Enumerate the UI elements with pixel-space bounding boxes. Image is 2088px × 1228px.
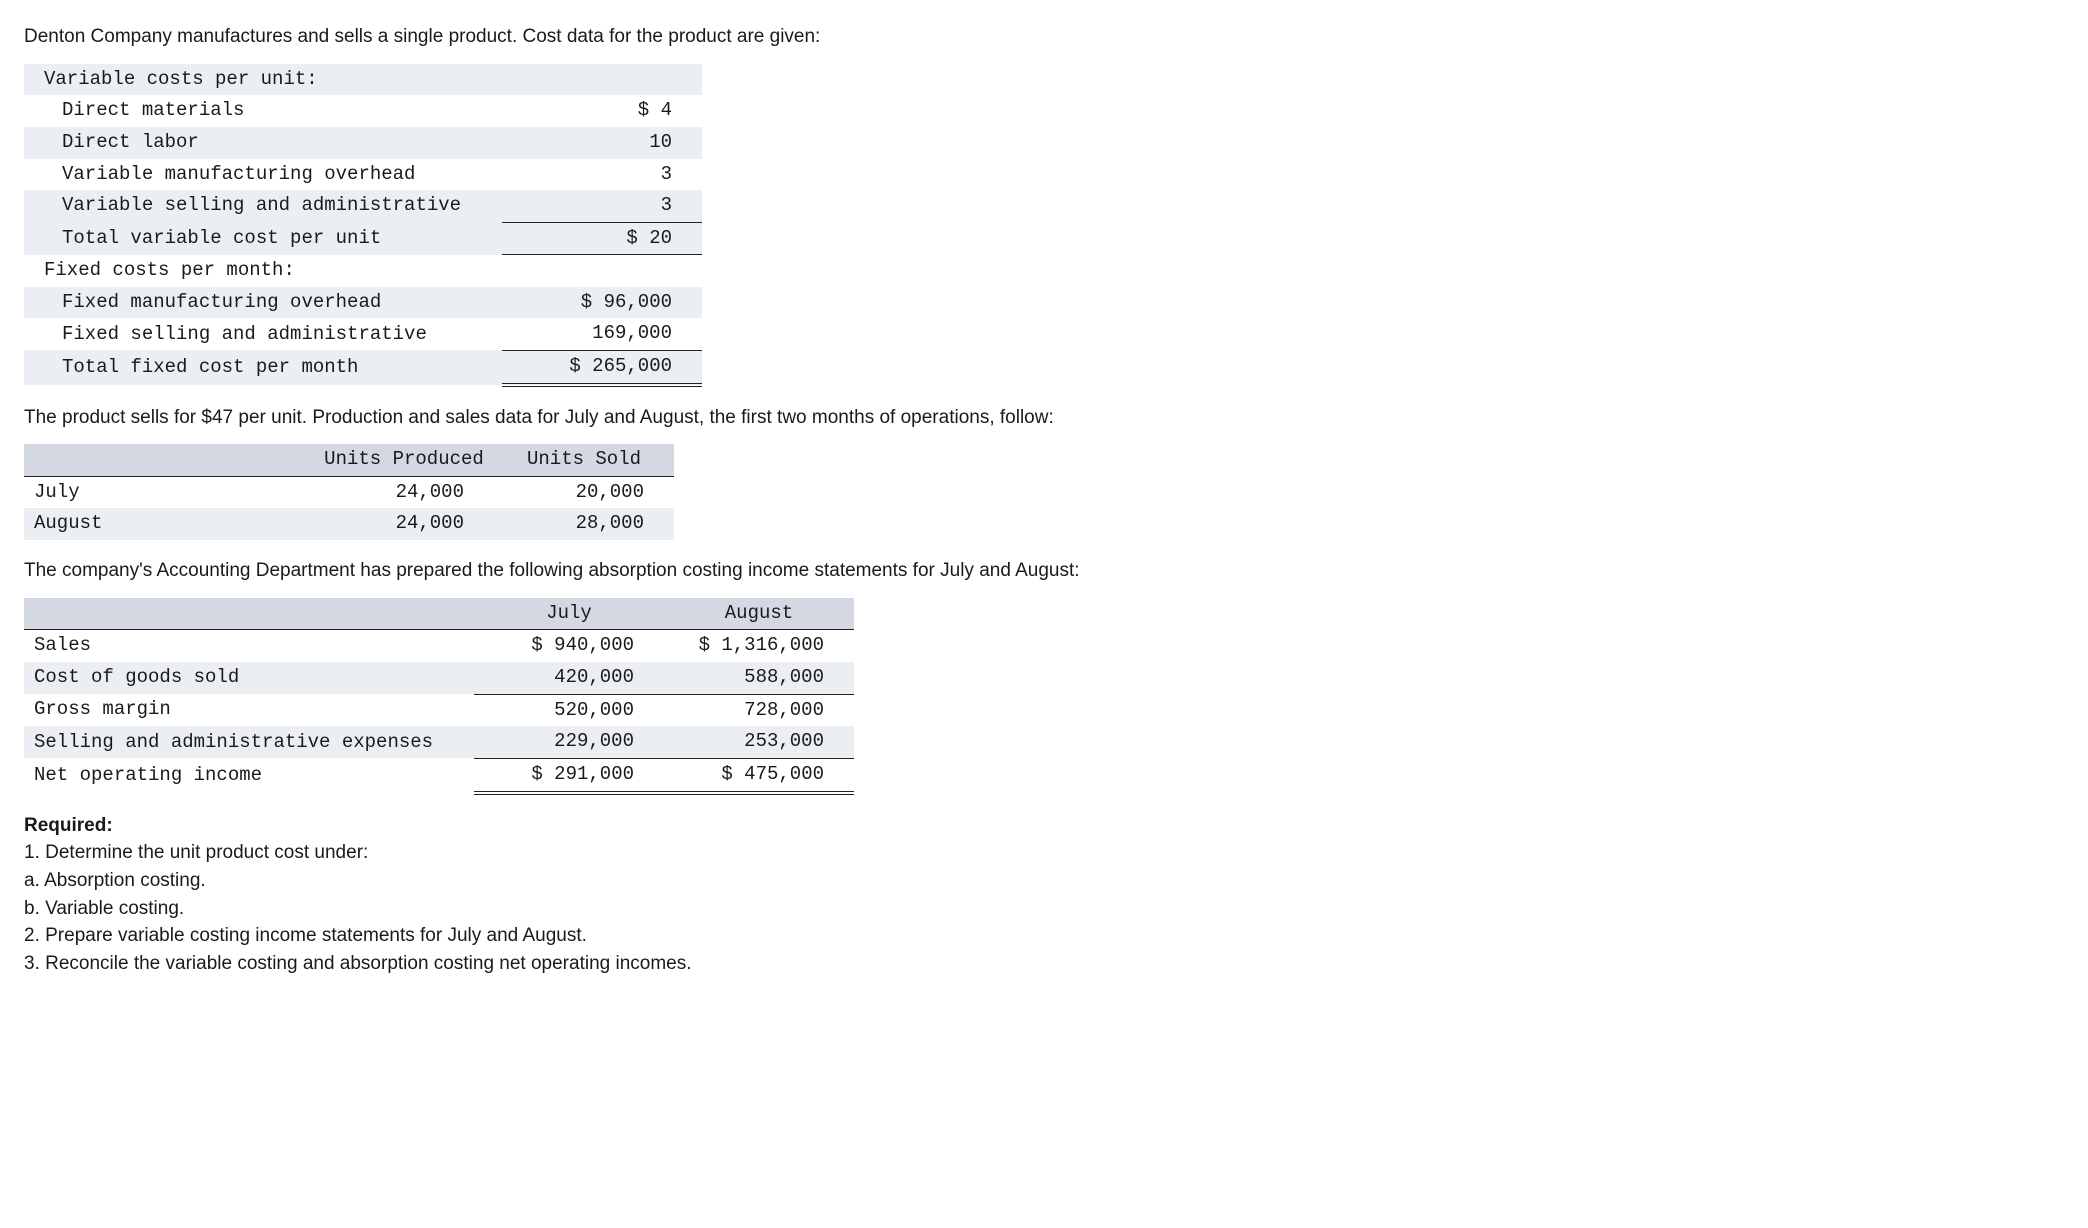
units-header-produced: Units Produced xyxy=(314,444,494,476)
table-row: Sales xyxy=(24,630,474,662)
income-statement-table: July August Sales $ 940,000 $ 1,316,000 … xyxy=(24,598,854,795)
noi-august: $ 475,000 xyxy=(664,758,854,792)
paragraph-absorption-intro: The company's Accounting Department has … xyxy=(24,558,2064,584)
required-line: a. Absorption costing. xyxy=(24,868,2064,894)
income-header-august: August xyxy=(664,598,854,630)
table-cell: 28,000 xyxy=(494,508,674,540)
table-cell: $ 940,000 xyxy=(474,630,664,662)
income-header-blank xyxy=(24,598,474,630)
table-row: Fixed manufacturing overhead xyxy=(24,287,502,319)
table-cell: 24,000 xyxy=(314,476,494,508)
required-line: b. Variable costing. xyxy=(24,896,2064,922)
table-cell: 728,000 xyxy=(664,694,854,726)
required-line: 2. Prepare variable costing income state… xyxy=(24,923,2064,949)
table-cell: $ 4 xyxy=(502,95,702,127)
table-cell: 3 xyxy=(502,190,702,222)
table-row: Fixed selling and administrative xyxy=(24,318,502,350)
table-cell: $ 1,316,000 xyxy=(664,630,854,662)
table-cell: 420,000 xyxy=(474,662,664,694)
table-cell: $ 96,000 xyxy=(502,287,702,319)
fixed-header: Fixed costs per month: xyxy=(24,255,502,287)
table-cell: 10 xyxy=(502,127,702,159)
table-cell: 20,000 xyxy=(494,476,674,508)
noi-july: $ 291,000 xyxy=(474,758,664,792)
units-table: Units Produced Units Sold July 24,000 20… xyxy=(24,444,674,540)
units-header-blank xyxy=(24,444,314,476)
table-row: Selling and administrative expenses xyxy=(24,726,474,758)
variable-total-label: Total variable cost per unit xyxy=(24,222,502,255)
required-line: 1. Determine the unit product cost under… xyxy=(24,840,2064,866)
required-section: Required: 1. Determine the unit product … xyxy=(24,813,2064,977)
table-row: Cost of goods sold xyxy=(24,662,474,694)
table-row: July xyxy=(24,476,314,508)
table-row: Gross margin xyxy=(24,694,474,726)
table-row: Direct materials xyxy=(24,95,502,127)
cost-data-table: Variable costs per unit: Direct material… xyxy=(24,64,702,387)
table-cell: 169,000 xyxy=(502,318,702,350)
table-cell: 253,000 xyxy=(664,726,854,758)
income-header-july: July xyxy=(474,598,664,630)
paragraph-sales-info: The product sells for $47 per unit. Prod… xyxy=(24,405,2064,431)
units-header-sold: Units Sold xyxy=(494,444,674,476)
table-row: Direct labor xyxy=(24,127,502,159)
fixed-total-value: $ 265,000 xyxy=(502,350,702,384)
table-row: Variable selling and administrative xyxy=(24,190,502,222)
intro-text: Denton Company manufactures and sells a … xyxy=(24,24,2064,50)
required-title: Required: xyxy=(24,813,2064,839)
variable-header: Variable costs per unit: xyxy=(24,64,502,96)
required-line: 3. Reconcile the variable costing and ab… xyxy=(24,951,2064,977)
table-cell: 229,000 xyxy=(474,726,664,758)
table-cell: 3 xyxy=(502,159,702,191)
table-cell: 520,000 xyxy=(474,694,664,726)
noi-label: Net operating income xyxy=(24,758,474,792)
table-row: August xyxy=(24,508,314,540)
table-row: Variable manufacturing overhead xyxy=(24,159,502,191)
table-cell: 24,000 xyxy=(314,508,494,540)
variable-total-value: $ 20 xyxy=(502,222,702,255)
fixed-total-label: Total fixed cost per month xyxy=(24,350,502,384)
table-cell: 588,000 xyxy=(664,662,854,694)
